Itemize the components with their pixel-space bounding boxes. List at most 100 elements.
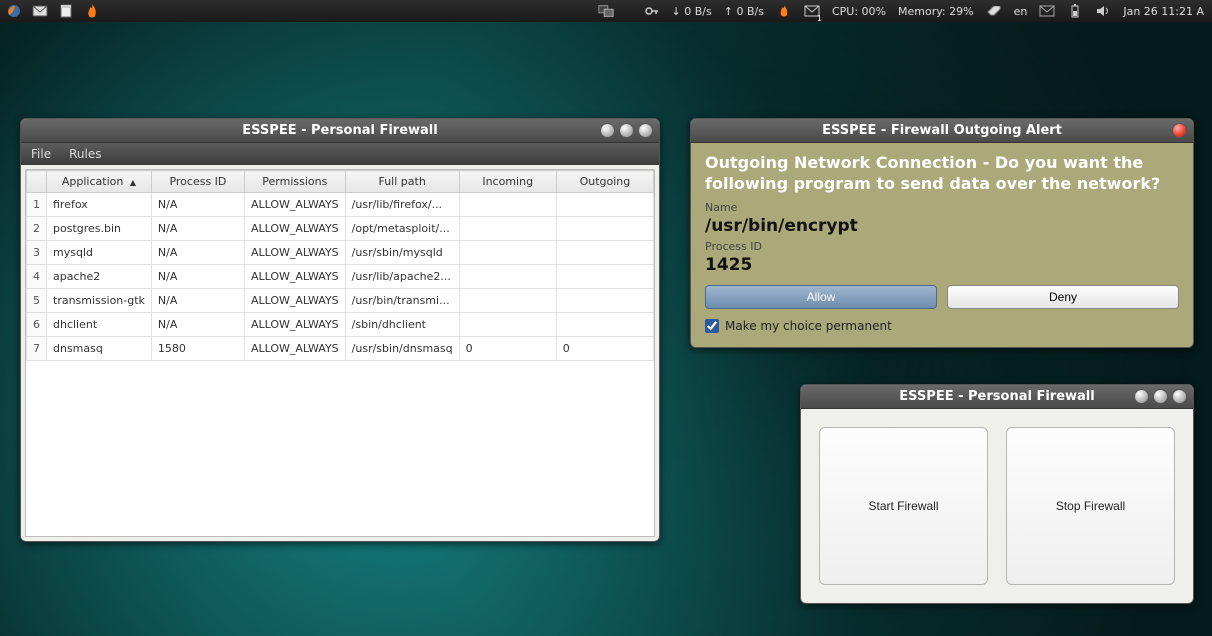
table-header-row: Application ▲ Process ID Permissions Ful… bbox=[27, 171, 654, 193]
alert-name-label: Name bbox=[705, 201, 1179, 214]
cell-process-id: N/A bbox=[151, 313, 244, 337]
table-row[interactable]: 3mysqldN/AALLOW_ALWAYS/usr/sbin/mysqld bbox=[27, 241, 654, 265]
window-minimize-button[interactable] bbox=[600, 123, 615, 138]
window-close-button[interactable] bbox=[1172, 389, 1187, 404]
col-rownum[interactable] bbox=[27, 171, 47, 193]
window-titlebar[interactable]: ESSPEE - Personal Firewall bbox=[801, 385, 1193, 409]
permanent-choice-row[interactable]: Make my choice permanent bbox=[705, 319, 1179, 333]
window-maximize-button[interactable] bbox=[1153, 389, 1168, 404]
mail-indicator-icon[interactable]: 1 bbox=[804, 3, 820, 19]
table-row[interactable]: 2postgres.binN/AALLOW_ALWAYS/opt/metaspl… bbox=[27, 217, 654, 241]
firewall-alert-window: ESSPEE - Firewall Outgoing Alert Outgoin… bbox=[690, 118, 1194, 348]
cell-permissions: ALLOW_ALWAYS bbox=[244, 193, 345, 217]
window-titlebar[interactable]: ESSPEE - Firewall Outgoing Alert bbox=[691, 119, 1193, 143]
cell-process-id: N/A bbox=[151, 241, 244, 265]
table-row[interactable]: 7dnsmasq1580ALLOW_ALWAYS/usr/sbin/dnsmas… bbox=[27, 337, 654, 361]
cell-permissions: ALLOW_ALWAYS bbox=[244, 241, 345, 265]
files-launcher-icon[interactable] bbox=[58, 3, 74, 19]
alert-pid-value: 1425 bbox=[705, 255, 1179, 275]
memory-indicator: Memory: 29% bbox=[898, 5, 974, 18]
cell-incoming bbox=[459, 289, 556, 313]
language-indicator[interactable]: en bbox=[1014, 5, 1028, 18]
window-titlebar[interactable]: ESSPEE - Personal Firewall bbox=[21, 119, 659, 143]
cell-full-path: /usr/lib/apache2... bbox=[345, 265, 459, 289]
cell-application: postgres.bin bbox=[47, 217, 152, 241]
window-minimize-button[interactable] bbox=[1134, 389, 1149, 404]
table-row[interactable]: 4apache2N/AALLOW_ALWAYS/usr/lib/apache2.… bbox=[27, 265, 654, 289]
cell-incoming bbox=[459, 217, 556, 241]
battery-icon[interactable] bbox=[1067, 3, 1083, 19]
net-up-indicator: ↑ 0 B/s bbox=[724, 5, 764, 18]
sort-indicator-icon: ▲ bbox=[130, 178, 136, 187]
menu-rules[interactable]: Rules bbox=[69, 147, 101, 161]
cell-permissions: ALLOW_ALWAYS bbox=[244, 313, 345, 337]
cell-outgoing: 0 bbox=[556, 337, 653, 361]
cell-application: dhclient bbox=[47, 313, 152, 337]
cell-incoming bbox=[459, 193, 556, 217]
window-close-button[interactable] bbox=[1172, 123, 1187, 138]
cell-application: mysqld bbox=[47, 241, 152, 265]
cell-permissions: ALLOW_ALWAYS bbox=[244, 265, 345, 289]
net-down-indicator: ↓ 0 B/s bbox=[672, 5, 712, 18]
cell-rownum: 1 bbox=[27, 193, 47, 217]
net-up-value: 0 B/s bbox=[736, 5, 763, 18]
window-maximize-button[interactable] bbox=[619, 123, 634, 138]
cell-outgoing bbox=[556, 289, 653, 313]
window-title: ESSPEE - Personal Firewall bbox=[242, 123, 437, 138]
cell-process-id: N/A bbox=[151, 193, 244, 217]
cell-process-id: N/A bbox=[151, 265, 244, 289]
mail-launcher-icon[interactable] bbox=[32, 3, 48, 19]
screens-icon[interactable] bbox=[598, 3, 614, 19]
col-permissions[interactable]: Permissions bbox=[244, 171, 345, 193]
key-icon[interactable] bbox=[644, 3, 660, 19]
top-panel: ↓ 0 B/s ↑ 0 B/s 1 CPU: 00% Memory: 29% e… bbox=[0, 0, 1212, 22]
firewall-indicator-icon[interactable] bbox=[776, 3, 792, 19]
cell-application: transmission-gtk bbox=[47, 289, 152, 313]
table-row[interactable]: 1firefoxN/AALLOW_ALWAYS/usr/lib/firefox/… bbox=[27, 193, 654, 217]
menu-file[interactable]: File bbox=[31, 147, 51, 161]
cell-incoming bbox=[459, 241, 556, 265]
rules-table: Application ▲ Process ID Permissions Ful… bbox=[26, 170, 654, 361]
start-firewall-button[interactable]: Start Firewall bbox=[819, 427, 988, 585]
permanent-choice-checkbox[interactable] bbox=[705, 319, 719, 333]
window-close-button[interactable] bbox=[638, 123, 653, 138]
cell-permissions: ALLOW_ALWAYS bbox=[244, 337, 345, 361]
cell-application: dnsmasq bbox=[47, 337, 152, 361]
eraser-icon[interactable] bbox=[986, 3, 1002, 19]
col-full-path[interactable]: Full path bbox=[345, 171, 459, 193]
arrow-down-icon: ↓ bbox=[672, 5, 681, 18]
col-application[interactable]: Application ▲ bbox=[47, 171, 152, 193]
cell-rownum: 2 bbox=[27, 217, 47, 241]
allow-button[interactable]: Allow bbox=[705, 285, 937, 309]
flame-launcher-icon[interactable] bbox=[84, 3, 100, 19]
col-outgoing[interactable]: Outgoing bbox=[556, 171, 653, 193]
col-process-id[interactable]: Process ID bbox=[151, 171, 244, 193]
cell-outgoing bbox=[556, 241, 653, 265]
volume-icon[interactable] bbox=[1095, 3, 1111, 19]
cell-process-id: N/A bbox=[151, 289, 244, 313]
mail-tray-icon[interactable] bbox=[1039, 3, 1055, 19]
menubar: File Rules bbox=[21, 143, 659, 165]
firewall-control-window: ESSPEE - Personal Firewall Start Firewal… bbox=[800, 384, 1194, 604]
stop-firewall-button[interactable]: Stop Firewall bbox=[1006, 427, 1175, 585]
alert-pid-label: Process ID bbox=[705, 240, 1179, 253]
cell-full-path: /usr/sbin/mysqld bbox=[345, 241, 459, 265]
permanent-choice-label: Make my choice permanent bbox=[725, 319, 892, 333]
cell-full-path: /opt/metasploit/... bbox=[345, 217, 459, 241]
deny-button[interactable]: Deny bbox=[947, 285, 1179, 309]
table-row[interactable]: 6dhclientN/AALLOW_ALWAYS/sbin/dhclient bbox=[27, 313, 654, 337]
cell-application: apache2 bbox=[47, 265, 152, 289]
cell-full-path: /sbin/dhclient bbox=[345, 313, 459, 337]
table-row[interactable]: 5transmission-gtkN/AALLOW_ALWAYS/usr/bin… bbox=[27, 289, 654, 313]
window-title: ESSPEE - Personal Firewall bbox=[899, 389, 1094, 404]
cell-process-id: 1580 bbox=[151, 337, 244, 361]
alert-heading: Outgoing Network Connection - Do you wan… bbox=[705, 153, 1179, 195]
clock[interactable]: Jan 26 11:21 A bbox=[1123, 5, 1204, 18]
cell-application: firefox bbox=[47, 193, 152, 217]
firefox-launcher-icon[interactable] bbox=[6, 3, 22, 19]
alert-name-value: /usr/bin/encrypt bbox=[705, 216, 1179, 236]
firewall-rules-window: ESSPEE - Personal Firewall File Rules Ap… bbox=[20, 118, 660, 542]
col-incoming[interactable]: Incoming bbox=[459, 171, 556, 193]
cell-outgoing bbox=[556, 265, 653, 289]
cell-outgoing bbox=[556, 193, 653, 217]
